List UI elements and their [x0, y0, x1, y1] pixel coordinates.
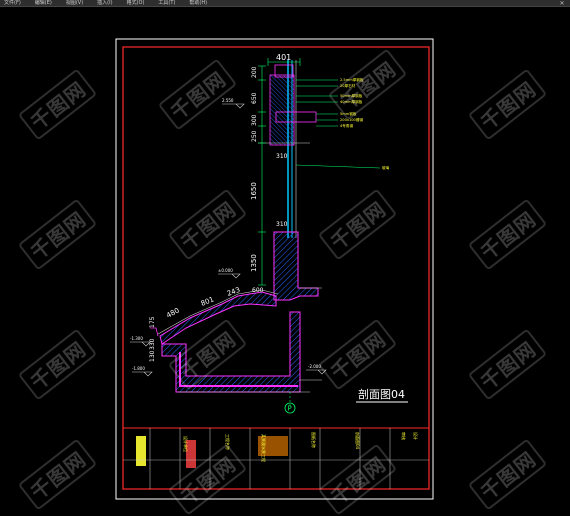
note-7: 4号角钢: [340, 123, 353, 128]
dim-600: 600: [252, 287, 264, 294]
tb-cell-2: 工程名称: [225, 434, 231, 450]
tb-cell-4: 设计: [413, 432, 419, 440]
level-left: -1.300: [130, 336, 143, 341]
dim-480: 480: [165, 306, 181, 319]
menu-help[interactable]: 帮助(H): [189, 0, 207, 6]
upper-wall: [258, 60, 317, 238]
dim-1350: 1350: [250, 254, 258, 272]
menu-edit[interactable]: 编辑(E): [35, 0, 52, 6]
level-right-low: -2.000: [308, 364, 321, 369]
section-title: 剖面图04: [358, 387, 405, 401]
dim-1650: 1650: [250, 182, 258, 200]
level-mid: ±0.000: [218, 268, 233, 273]
dim-310-upper: 310: [276, 153, 288, 160]
menu-tools[interactable]: 工具(T): [158, 0, 175, 6]
note-2: 20厚石材: [340, 83, 356, 88]
dim-650: 650: [251, 92, 258, 104]
dim-310-lower: 310: [276, 221, 288, 228]
menu-view[interactable]: 视图(V): [66, 0, 83, 6]
note-6: 200x100槽钢: [340, 117, 363, 122]
tb-cell-3: 审核: [401, 432, 407, 440]
note-1: 2.5mm厚钢板: [340, 77, 364, 82]
note-3: 50mm厚钢板: [340, 93, 363, 98]
callout-glass: 玻璃: [382, 165, 390, 170]
tb-sheet-label: 图纸名称: [311, 432, 317, 448]
cad-drawing: 401 200 650 300 250 310 1650 310 1350 60…: [115, 38, 434, 500]
dim-300: 300: [251, 114, 258, 126]
lower-wall: [273, 231, 322, 301]
note-4: 40mm厚钢板: [340, 99, 363, 104]
menu-insert[interactable]: 插入(I): [97, 0, 112, 6]
tb-sheet-value: 剖面图04: [355, 432, 361, 450]
menu-format[interactable]: 格式(O): [127, 0, 145, 6]
title-block: [123, 427, 429, 489]
level-upper: 2.550: [222, 98, 234, 103]
dim-330: 330: [149, 338, 156, 350]
dim-175: 175: [149, 316, 156, 328]
tb-highlight: 某景观水景工程: [261, 434, 267, 462]
dim-200: 200: [251, 66, 258, 78]
dim-130: 130: [149, 350, 156, 362]
note-5: 5mm钢板: [340, 111, 357, 116]
menu-bar: 文件(F) 编辑(E) 视图(V) 插入(I) 格式(O) 工具(T) 帮助(H…: [0, 0, 570, 7]
menu-file[interactable]: 文件(F): [4, 0, 21, 6]
tb-cell-1: 设计单位: [183, 436, 189, 452]
dim-250: 250: [251, 130, 258, 142]
drawing-canvas[interactable]: 401 200 650 300 250 310 1650 310 1350 60…: [0, 8, 570, 516]
close-icon[interactable]: ✕: [558, 0, 566, 7]
level-left-low: -1.800: [132, 366, 145, 371]
axis-label: P: [288, 405, 292, 413]
leader-lines: [295, 79, 381, 169]
dim-top: 401: [276, 53, 291, 62]
